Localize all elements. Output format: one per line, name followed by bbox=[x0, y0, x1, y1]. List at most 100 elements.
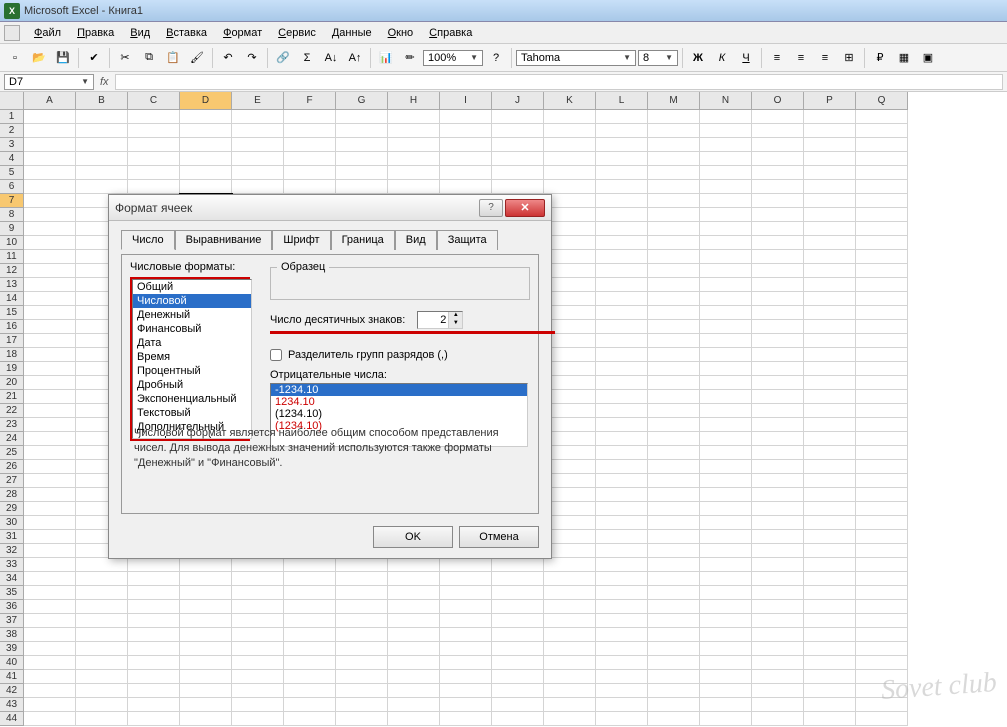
cell[interactable] bbox=[440, 124, 492, 138]
cell[interactable] bbox=[24, 264, 76, 278]
row-header[interactable]: 16 bbox=[0, 320, 24, 334]
tab-2[interactable]: Шрифт bbox=[272, 230, 330, 250]
cell[interactable] bbox=[596, 502, 648, 516]
sort-desc-icon[interactable]: A↑ bbox=[344, 47, 366, 69]
cell[interactable] bbox=[700, 152, 752, 166]
cell[interactable] bbox=[700, 698, 752, 712]
cell[interactable] bbox=[544, 180, 596, 194]
cell[interactable] bbox=[232, 628, 284, 642]
row-header[interactable]: 38 bbox=[0, 628, 24, 642]
cell[interactable] bbox=[856, 376, 908, 390]
cell[interactable] bbox=[596, 572, 648, 586]
format-painter-icon[interactable]: 🖌 bbox=[186, 47, 208, 69]
cell[interactable] bbox=[752, 698, 804, 712]
cell[interactable] bbox=[804, 180, 856, 194]
cell[interactable] bbox=[856, 712, 908, 726]
cell[interactable] bbox=[440, 166, 492, 180]
cell[interactable] bbox=[804, 544, 856, 558]
col-header[interactable]: P bbox=[804, 92, 856, 110]
cell[interactable] bbox=[700, 558, 752, 572]
cell[interactable] bbox=[648, 418, 700, 432]
cell[interactable] bbox=[752, 166, 804, 180]
cell[interactable] bbox=[804, 376, 856, 390]
cell[interactable] bbox=[180, 712, 232, 726]
cell[interactable] bbox=[128, 670, 180, 684]
cell[interactable] bbox=[804, 558, 856, 572]
cell[interactable] bbox=[336, 110, 388, 124]
cell[interactable] bbox=[24, 586, 76, 600]
cell[interactable] bbox=[336, 670, 388, 684]
cell[interactable] bbox=[180, 152, 232, 166]
format-item[interactable]: Время bbox=[133, 350, 251, 364]
cell[interactable] bbox=[232, 138, 284, 152]
cell[interactable] bbox=[76, 152, 128, 166]
row-header[interactable]: 8 bbox=[0, 208, 24, 222]
merge-icon[interactable]: ⊞ bbox=[838, 47, 860, 69]
cell[interactable] bbox=[284, 572, 336, 586]
cell[interactable] bbox=[596, 334, 648, 348]
cell[interactable] bbox=[232, 614, 284, 628]
select-all-corner[interactable] bbox=[0, 92, 24, 110]
cell[interactable] bbox=[648, 404, 700, 418]
cell[interactable] bbox=[700, 390, 752, 404]
cell[interactable] bbox=[24, 460, 76, 474]
col-header[interactable]: M bbox=[648, 92, 700, 110]
cell[interactable] bbox=[700, 432, 752, 446]
row-header[interactable]: 9 bbox=[0, 222, 24, 236]
cell[interactable] bbox=[388, 180, 440, 194]
cell[interactable] bbox=[700, 236, 752, 250]
cell[interactable] bbox=[76, 558, 128, 572]
cell[interactable] bbox=[752, 474, 804, 488]
cell[interactable] bbox=[856, 558, 908, 572]
row-header[interactable]: 3 bbox=[0, 138, 24, 152]
cell[interactable] bbox=[24, 208, 76, 222]
cell[interactable] bbox=[804, 698, 856, 712]
cell[interactable] bbox=[128, 586, 180, 600]
cell[interactable] bbox=[804, 516, 856, 530]
cell[interactable] bbox=[492, 124, 544, 138]
cell[interactable] bbox=[856, 138, 908, 152]
cell[interactable] bbox=[544, 586, 596, 600]
cell[interactable] bbox=[24, 530, 76, 544]
cell[interactable] bbox=[336, 152, 388, 166]
cell[interactable] bbox=[752, 110, 804, 124]
cell[interactable] bbox=[752, 600, 804, 614]
cell[interactable] bbox=[804, 670, 856, 684]
cell[interactable] bbox=[752, 278, 804, 292]
cell[interactable] bbox=[180, 642, 232, 656]
dialog-title-bar[interactable]: Формат ячеек ? ✕ bbox=[109, 195, 551, 221]
cell[interactable] bbox=[804, 390, 856, 404]
cell[interactable] bbox=[804, 572, 856, 586]
cell[interactable] bbox=[752, 614, 804, 628]
cell[interactable] bbox=[856, 306, 908, 320]
cell[interactable] bbox=[856, 264, 908, 278]
cell[interactable] bbox=[752, 236, 804, 250]
cell[interactable] bbox=[700, 628, 752, 642]
cell[interactable] bbox=[440, 628, 492, 642]
cell[interactable] bbox=[492, 628, 544, 642]
align-center-icon[interactable]: ≡ bbox=[790, 47, 812, 69]
cell[interactable] bbox=[544, 124, 596, 138]
format-item[interactable]: Процентный bbox=[133, 364, 251, 378]
negative-item[interactable]: (1234.10) bbox=[271, 408, 527, 420]
currency-icon[interactable]: ₽ bbox=[869, 47, 891, 69]
cell[interactable] bbox=[336, 712, 388, 726]
cell[interactable] bbox=[336, 138, 388, 152]
cell[interactable] bbox=[648, 614, 700, 628]
cell[interactable] bbox=[76, 180, 128, 194]
row-header[interactable]: 11 bbox=[0, 250, 24, 264]
cell[interactable] bbox=[388, 558, 440, 572]
cell[interactable] bbox=[596, 642, 648, 656]
cell[interactable] bbox=[24, 614, 76, 628]
cell[interactable] bbox=[856, 586, 908, 600]
row-header[interactable]: 36 bbox=[0, 600, 24, 614]
cell[interactable] bbox=[596, 460, 648, 474]
cell[interactable] bbox=[700, 110, 752, 124]
negative-item[interactable]: 1234.10 bbox=[271, 396, 527, 408]
cell[interactable] bbox=[596, 698, 648, 712]
cell[interactable] bbox=[336, 124, 388, 138]
col-header[interactable]: G bbox=[336, 92, 388, 110]
menu-справка[interactable]: Справка bbox=[421, 25, 480, 41]
cell[interactable] bbox=[752, 516, 804, 530]
cell[interactable] bbox=[76, 712, 128, 726]
